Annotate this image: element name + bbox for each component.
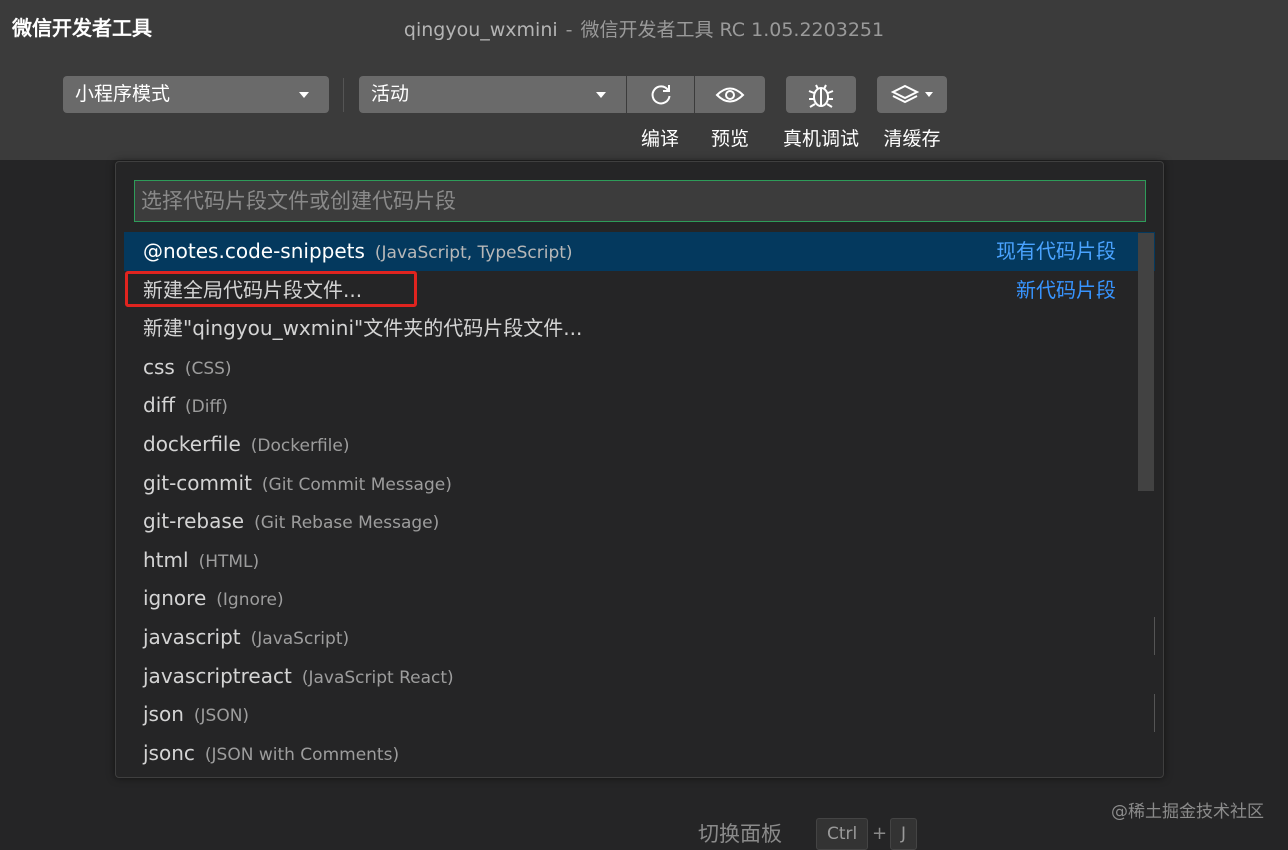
item-group-label: 现有代码片段 [996, 239, 1116, 263]
preview-label: 预览 [710, 128, 749, 150]
item-description: (JSON with Comments) [204, 744, 400, 765]
bug-icon [808, 84, 834, 108]
item-label: @notes.code-snippets [143, 239, 365, 263]
scroll-rail-mark [1154, 617, 1155, 655]
snippet-quick-pick: @notes.code-snippets (JavaScript, TypeScr… [115, 161, 1164, 778]
list-item[interactable]: @notes.code-snippets (JavaScript, TypeScr… [124, 232, 1155, 271]
refresh-icon [651, 84, 670, 104]
item-description: (JavaScript) [250, 628, 350, 649]
chevron-down-icon [925, 92, 933, 97]
scroll-rail-mark [1154, 694, 1155, 732]
watermark: @稀土掘金技术社区 [1111, 802, 1264, 822]
list-item[interactable]: git-commit (Git Commit Message) [124, 464, 1155, 503]
item-description: (Dockerfile) [250, 435, 350, 456]
remote-debug-button[interactable] [786, 76, 856, 113]
list-item[interactable]: jsonc (JSON with Comments) [124, 734, 1155, 773]
preview-button[interactable] [695, 76, 765, 113]
list-item[interactable]: json (JSON) [124, 695, 1155, 734]
item-label: diff [143, 393, 176, 418]
list-item[interactable]: 新建"qingyou_wxmini"文件夹的代码片段文件... [124, 309, 1155, 348]
chevron-down-icon [596, 92, 606, 98]
mode-select[interactable]: 小程序模式 [63, 76, 329, 113]
mode-select-value: 小程序模式 [75, 83, 171, 105]
list-item[interactable]: git-rebase (Git Rebase Message) [124, 502, 1155, 541]
item-label: dockerfile [143, 431, 241, 456]
compile-button[interactable] [627, 76, 694, 113]
list-item[interactable]: css (CSS) [124, 348, 1155, 387]
annotation-highlight-box [125, 271, 417, 307]
item-description: (Diff) [185, 397, 228, 418]
item-description: (Ignore) [216, 590, 284, 611]
item-label: ignore [143, 586, 207, 611]
list-item[interactable]: diff (Diff) [124, 386, 1155, 425]
item-label: git-rebase [143, 509, 245, 534]
item-label: javascript [143, 624, 241, 649]
clear-cache-label: 清缓存 [883, 128, 941, 150]
item-label: 新建"qingyou_wxmini"文件夹的代码片段文件... [143, 316, 583, 341]
shortcut-plus: + [872, 823, 888, 844]
shortcut-hint-label: 切换面板 [698, 822, 782, 846]
item-description: (JavaScript React) [301, 667, 454, 688]
item-description: (CSS) [184, 358, 232, 379]
toolbar-divider [343, 78, 344, 112]
item-label: git-commit [143, 470, 252, 495]
list-item[interactable]: html (HTML) [124, 541, 1155, 580]
item-description: (JSON) [193, 706, 250, 727]
window-title: qingyou_wxmini - 微信开发者工具 RC 1.05.2203251 [0, 15, 1288, 42]
shortcut-key-j: J [890, 818, 918, 850]
chevron-down-icon [299, 92, 309, 98]
compile-mode-select[interactable]: 活动 [359, 76, 626, 113]
item-description: (Git Rebase Message) [254, 513, 440, 534]
list-item[interactable]: ignore (Ignore) [124, 579, 1155, 618]
compile-mode-value: 活动 [371, 83, 410, 105]
list-item[interactable]: dockerfile (Dockerfile) [124, 425, 1155, 464]
remote-debug-label: 真机调试 [782, 128, 859, 150]
item-description: (JavaScript, TypeScript) [374, 243, 573, 263]
eye-icon [715, 87, 745, 102]
title-separator: - [565, 19, 573, 41]
version-title: 微信开发者工具 RC 1.05.2203251 [580, 19, 885, 41]
item-label: json [143, 702, 184, 727]
item-label: css [143, 354, 175, 379]
item-description: (HTML) [198, 551, 260, 572]
toolbar-area: 微信开发者工具 qingyou_wxmini - 微信开发者工具 RC 1.05.2… [0, 0, 1288, 160]
item-description: (Git Commit Message) [261, 474, 452, 495]
item-label: javascriptreact [143, 663, 292, 688]
clear-cache-button[interactable] [877, 76, 947, 113]
shortcut-key-ctrl: Ctrl [816, 818, 869, 850]
list-scrollbar[interactable] [1138, 233, 1154, 491]
item-label: jsonc [143, 740, 195, 765]
list-item[interactable]: javascriptreact (JavaScript React) [124, 657, 1155, 696]
item-group-label: 新代码片段 [1016, 277, 1116, 302]
item-label: html [143, 547, 189, 572]
list-item[interactable]: javascript (JavaScript) [124, 618, 1155, 657]
snippet-search-input[interactable] [134, 180, 1146, 222]
project-name: qingyou_wxmini [403, 19, 558, 41]
snippet-list: @notes.code-snippets (JavaScript, TypeScr… [124, 232, 1155, 772]
layers-icon [891, 84, 919, 103]
